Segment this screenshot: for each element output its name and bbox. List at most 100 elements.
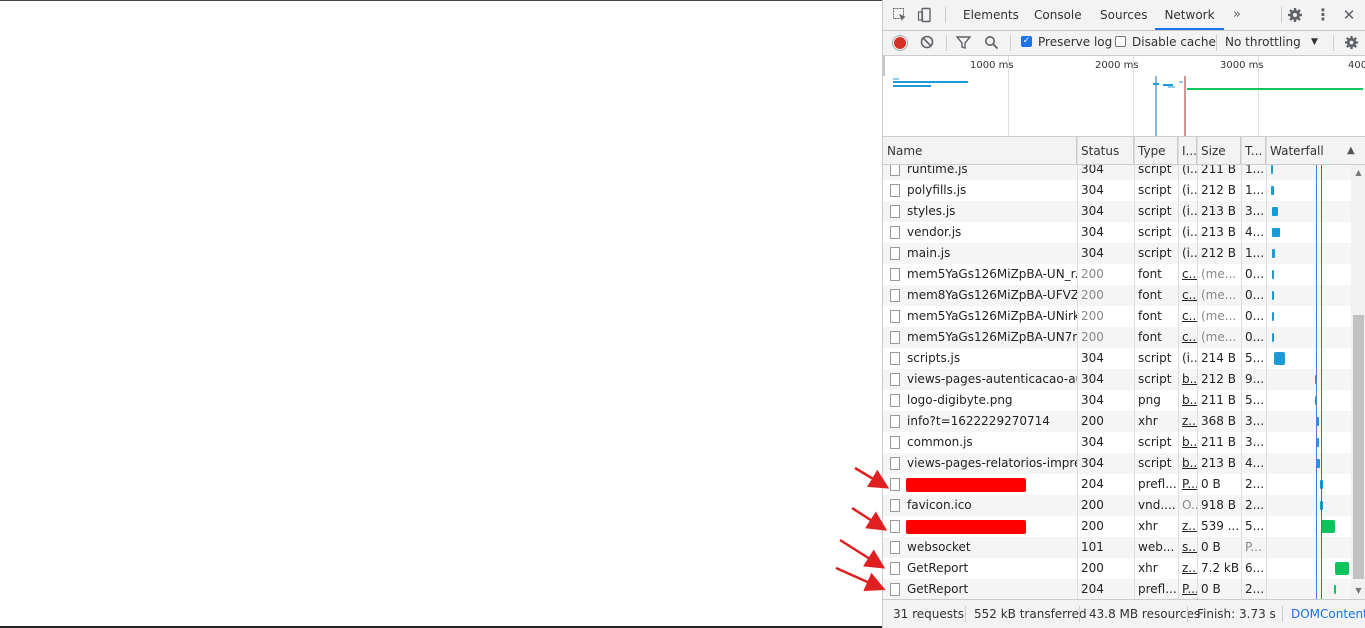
sort-ascending-icon[interactable]: ▲ — [1347, 145, 1355, 156]
request-row[interactable]: views-pages-autenticacao-au... 304 script b… — [883, 369, 1351, 390]
waterfall-bar[interactable] — [1274, 352, 1285, 365]
waterfall-bar[interactable] — [1321, 520, 1335, 533]
request-row[interactable]: info?t=1622229270714 200 xhr z... 368 B 3... — [883, 411, 1351, 432]
request-row[interactable]: mem5YaGs126MiZpBA-UNirk... 200 font c... (me… — [883, 306, 1351, 327]
waterfall-bar[interactable] — [1272, 249, 1275, 258]
scrollbar-thumb[interactable] — [1353, 315, 1364, 579]
request-name[interactable]: views-pages-autenticacao-au... — [903, 369, 1077, 390]
disable-cache-checkbox[interactable] — [1115, 36, 1126, 47]
column-header-status[interactable]: Status — [1077, 137, 1134, 165]
request-name[interactable]: GetReport — [903, 579, 1077, 599]
request-row[interactable]: main.js 304 script (i... 212 B 1... — [883, 243, 1351, 264]
tab-elements[interactable]: Elements — [963, 0, 1019, 30]
column-separator[interactable] — [1077, 137, 1078, 599]
tab-sources[interactable]: Sources — [1100, 0, 1147, 30]
request-row[interactable]: websocket 101 web... s... 0 B P... — [883, 537, 1351, 558]
request-type: script — [1138, 372, 1172, 386]
filter-icon[interactable] — [955, 35, 971, 51]
request-name[interactable]: favicon.ico — [903, 495, 1077, 516]
request-status: 304 — [1081, 393, 1104, 407]
request-initiator: (i... — [1182, 246, 1197, 260]
requests-scrollbar[interactable]: ▲ ▼ — [1351, 165, 1365, 599]
request-name[interactable]: runtime.js — [903, 165, 1077, 180]
column-separator[interactable] — [1178, 137, 1179, 599]
waterfall-bar[interactable] — [1334, 585, 1336, 594]
request-name[interactable]: scripts.js — [903, 348, 1077, 369]
request-name[interactable]: mem5YaGs126MiZpBA-UNirk... — [903, 306, 1077, 327]
request-name[interactable]: views-pages-relatorios-impre... — [903, 453, 1077, 474]
waterfall-bar[interactable] — [1335, 562, 1349, 575]
request-row[interactable]: runtime.js 304 script (i... 211 B 1... — [883, 165, 1351, 180]
request-type: prefl... — [1138, 582, 1177, 596]
waterfall-bar[interactable] — [1271, 165, 1273, 174]
request-row[interactable]: styles.js 304 script (i... 213 B 3... — [883, 201, 1351, 222]
request-name[interactable]: GetReport — [903, 558, 1077, 579]
throttling-dropdown-icon[interactable]: ▼ — [1311, 37, 1318, 47]
request-row[interactable]: common.js 304 script b... 211 B 3... — [883, 432, 1351, 453]
tab-network[interactable]: Network — [1155, 0, 1224, 30]
column-header-type[interactable]: Type — [1134, 137, 1178, 165]
preserve-log-checkbox[interactable]: ✓ — [1021, 36, 1032, 47]
chevron-double-right-icon[interactable]: » — [1229, 7, 1245, 23]
request-row[interactable]: GetReport 204 prefl... P... 0 B 2... — [883, 579, 1351, 599]
request-row[interactable]: mem8YaGs126MiZpBA-UFVZ... 200 font c... (me.… — [883, 285, 1351, 306]
request-row[interactable]: 200 xhr z... 539 ... 5... — [883, 516, 1351, 537]
column-header-name[interactable]: Name — [883, 137, 1077, 165]
waterfall-bar[interactable] — [1272, 228, 1280, 237]
request-status: 200 — [1081, 498, 1104, 512]
column-header-size[interactable]: Size — [1197, 137, 1241, 165]
waterfall-bar[interactable] — [1272, 207, 1278, 216]
more-options-kebab-icon[interactable]: ⋮ — [1315, 7, 1331, 23]
request-name[interactable]: styles.js — [903, 201, 1077, 222]
request-name[interactable]: common.js — [903, 432, 1077, 453]
waterfall-bar[interactable] — [1272, 312, 1274, 321]
request-name[interactable]: websocket — [903, 537, 1077, 558]
request-type: script — [1138, 183, 1172, 197]
request-row[interactable]: vendor.js 304 script (i... 213 B 4... — [883, 222, 1351, 243]
request-row[interactable]: logo-digibyte.png 304 png b... 211 B 5... — [883, 390, 1351, 411]
waterfall-bar[interactable] — [1272, 291, 1274, 300]
request-row[interactable]: favicon.ico 200 vnd.... O... 918 B 2... — [883, 495, 1351, 516]
request-name[interactable]: mem5YaGs126MiZpBA-UN7r... — [903, 327, 1077, 348]
request-name[interactable]: vendor.js — [903, 222, 1077, 243]
waterfall-bar[interactable] — [1271, 186, 1274, 195]
request-type: xhr — [1138, 414, 1158, 428]
clear-icon[interactable] — [919, 35, 935, 51]
search-icon[interactable] — [983, 35, 999, 51]
column-separator[interactable] — [1266, 137, 1267, 599]
request-row[interactable]: GetReport 200 xhr z... 7.2 kB 6... — [883, 558, 1351, 579]
request-row[interactable]: mem5YaGs126MiZpBA-UN7r... 200 font c... (me.… — [883, 327, 1351, 348]
request-row[interactable]: views-pages-relatorios-impre... 304 script… — [883, 453, 1351, 474]
waterfall-bar[interactable] — [1272, 333, 1274, 342]
request-size: 213 B — [1201, 225, 1236, 239]
column-header-time[interactable]: T... — [1241, 137, 1266, 165]
waterfall-bar[interactable] — [1272, 270, 1274, 279]
request-name[interactable]: polyfills.js — [903, 180, 1077, 201]
request-name[interactable]: mem8YaGs126MiZpBA-UFVZ... — [903, 285, 1077, 306]
network-overview[interactable]: 1000 ms 2000 ms 3000 ms 400 — [883, 56, 1365, 137]
request-name[interactable]: mem5YaGs126MiZpBA-UN_r... — [903, 264, 1077, 285]
column-separator[interactable] — [1241, 137, 1242, 599]
request-row[interactable]: scripts.js 304 script (i... 214 B 5... — [883, 348, 1351, 369]
tab-console[interactable]: Console — [1034, 0, 1082, 30]
request-name[interactable]: main.js — [903, 243, 1077, 264]
device-toolbar-icon[interactable] — [917, 7, 933, 23]
throttling-select[interactable]: No throttling — [1225, 35, 1301, 49]
network-settings-gear-icon[interactable] — [1343, 35, 1359, 51]
request-row[interactable]: polyfills.js 304 script (i... 212 B 1... — [883, 180, 1351, 201]
settings-gear-icon[interactable] — [1287, 7, 1303, 23]
request-name[interactable]: logo-digibyte.png — [903, 390, 1077, 411]
column-header-initiator[interactable]: I... — [1178, 137, 1197, 165]
request-row[interactable]: 204 prefl... P... 0 B 2... — [883, 474, 1351, 495]
request-row[interactable]: mem5YaGs126MiZpBA-UN_r... 200 font c... (me.… — [883, 264, 1351, 285]
request-type: vnd.... — [1138, 498, 1176, 512]
scroll-down-arrow-icon[interactable]: ▼ — [1351, 585, 1365, 597]
column-separator[interactable] — [1197, 137, 1198, 599]
request-name[interactable]: info?t=1622229270714 — [903, 411, 1077, 432]
scroll-up-arrow-icon[interactable]: ▲ — [1351, 167, 1365, 179]
column-separator[interactable] — [1134, 137, 1135, 599]
request-size: 0 B — [1201, 582, 1221, 596]
record-icon[interactable] — [893, 36, 907, 50]
close-icon[interactable]: ✕ — [1341, 7, 1357, 23]
inspect-element-icon[interactable] — [892, 7, 908, 23]
